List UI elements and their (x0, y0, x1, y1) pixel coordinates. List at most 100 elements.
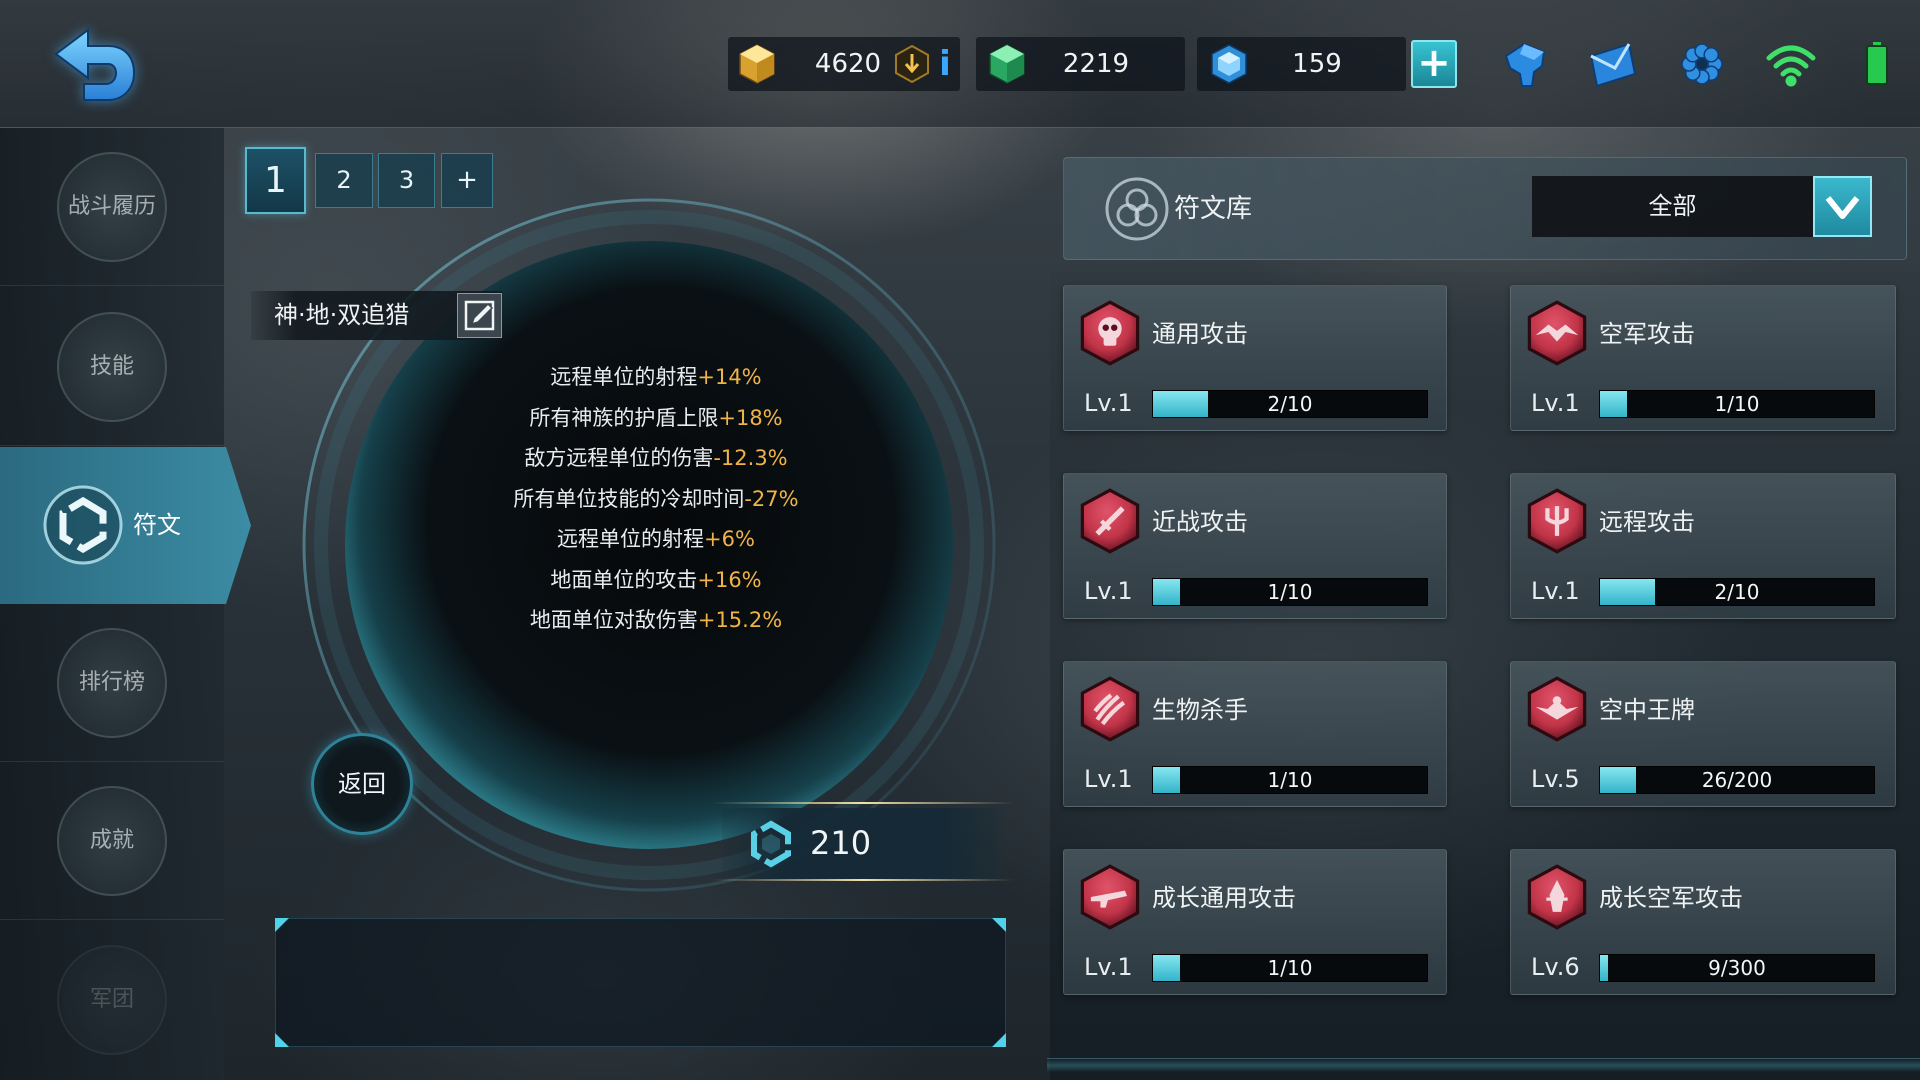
stat-value: -12.3% (713, 446, 788, 470)
rifle-icon (1076, 860, 1144, 934)
rune-card[interactable]: 成长空军攻击 Lv.6 9/300 (1510, 849, 1896, 995)
rune-progress-bar: 1/10 (1152, 954, 1428, 982)
stat-line: 远程单位的射程+6% (420, 519, 892, 560)
sidebar: 战斗履历 技能 排行榜 成就 军团 (0, 128, 224, 1080)
rune-name: 成长空军攻击 (1599, 884, 1743, 912)
rune-level: Lv.1 (1531, 577, 1580, 605)
rune-card[interactable]: 成长通用攻击 Lv.1 1/10 (1063, 849, 1447, 995)
sidebar-item-legion[interactable]: 军团 (0, 921, 224, 1079)
sidebar-item-leaderboard[interactable]: 排行榜 (0, 604, 224, 762)
rune-name: 空军攻击 (1599, 320, 1695, 348)
stat-value: +16% (697, 567, 762, 592)
rune-level: Lv.1 (1531, 389, 1580, 417)
settings-icon[interactable] (1674, 36, 1730, 92)
rune-count: 1/10 (1267, 768, 1313, 792)
rune-level: Lv.6 (1531, 953, 1580, 981)
stat-line: 地面单位对敌伤害+15.2% (420, 600, 892, 641)
rune-page-name-bar: 神·地·双追猎 (251, 291, 502, 340)
corner-marker (992, 1033, 1006, 1047)
rune-card[interactable]: 通用攻击 Lv.1 2/10 (1063, 285, 1447, 431)
spire-icon (1523, 860, 1591, 934)
back-arrow-icon[interactable] (50, 26, 142, 104)
rune-name: 生物杀手 (1152, 696, 1248, 724)
rune-library-title: 符文库 (1174, 194, 1253, 224)
rune-points: 210 (712, 802, 1014, 881)
wifi-icon (1763, 36, 1819, 92)
ace-wing-icon (1523, 672, 1591, 746)
rune-card[interactable]: 近战攻击 Lv.1 1/10 (1063, 473, 1447, 619)
sidebar-item-skills[interactable]: 技能 (0, 288, 224, 446)
edit-icon[interactable] (457, 293, 502, 338)
rune-name: 成长通用攻击 (1152, 884, 1296, 912)
return-button[interactable]: 返回 (311, 733, 413, 835)
stat-value: +18% (718, 405, 783, 430)
stat-line: 所有神族的护盾上限+18% (420, 398, 892, 439)
sword-icon (1076, 484, 1144, 558)
rune-library-icon (1104, 176, 1170, 242)
stat-text: 远程单位的射程 (557, 527, 705, 551)
sidebar-item-achievements[interactable]: 成就 (0, 762, 224, 920)
tab-page-3[interactable]: 3 (378, 153, 435, 208)
sidebar-item-runes[interactable]: 符文 (0, 447, 251, 604)
stat-text: 所有单位技能的冷却时间 (513, 486, 745, 511)
rune-page-stats: 远程单位的射程+14% 所有神族的护盾上限+18% 敌方远程单位的伤害-12.3… (420, 357, 892, 641)
rune-name: 通用攻击 (1152, 320, 1248, 348)
tab-page-2[interactable]: 2 (315, 153, 373, 208)
rune-level: Lv.1 (1084, 577, 1133, 605)
rune-library-header: 符文库 全部 (1063, 157, 1907, 260)
rune-count: 2/10 (1714, 580, 1760, 604)
battery-icon (1849, 36, 1905, 92)
stat-value: +15.2% (697, 608, 783, 632)
return-label: 返回 (338, 770, 386, 798)
stat-text: 地面单位对敌伤害 (529, 608, 698, 632)
rune-count: 9/300 (1708, 956, 1766, 980)
stat-value: +6% (704, 527, 755, 551)
rune-card[interactable]: 远程攻击 Lv.1 2/10 (1510, 473, 1896, 619)
filter-dropdown[interactable]: 全部 (1532, 176, 1813, 237)
rune-card[interactable]: 生物杀手 Lv.1 1/10 (1063, 661, 1447, 807)
crystal-currency: 159 (1197, 37, 1406, 91)
rune-points-value: 210 (810, 824, 872, 862)
sidebar-item-label: 成就 (89, 828, 134, 853)
rune-point-icon (748, 820, 794, 868)
rune-card[interactable]: 空中王牌 Lv.5 26/200 (1510, 661, 1896, 807)
mail-icon[interactable] (1585, 36, 1641, 92)
crystal-value: 159 (1292, 49, 1342, 79)
rune-level: Lv.1 (1084, 765, 1133, 793)
rune-name: 近战攻击 (1152, 508, 1248, 536)
sidebar-item-label: 战斗履历 (67, 194, 156, 219)
stat-text: 所有神族的护盾上限 (529, 405, 719, 430)
rune-progress-bar: 26/200 (1599, 766, 1875, 794)
sidebar-item-label: 军团 (89, 987, 134, 1012)
stat-line: 所有单位技能的冷却时间-27% (420, 479, 892, 520)
rune-count: 1/10 (1714, 392, 1760, 416)
decorative-glow-line (1047, 1058, 1920, 1072)
stat-line: 敌方远程单位的伤害-12.3% (420, 438, 892, 479)
gold-currency: 4620 i (728, 37, 960, 91)
stat-line: 地面单位的攻击+16% (420, 560, 892, 601)
divider (712, 879, 1014, 881)
add-currency-button[interactable]: + (1411, 40, 1457, 88)
divider (712, 802, 1014, 804)
tab-page-1[interactable]: 1 (245, 147, 306, 214)
download-badge-icon[interactable] (894, 44, 930, 84)
rune-level: Lv.1 (1084, 953, 1133, 981)
corner-marker (275, 918, 289, 932)
rune-icon (41, 483, 125, 567)
gold-value: 4620 (814, 49, 882, 79)
add-page-button[interactable]: + (441, 153, 493, 208)
rune-name: 远程攻击 (1599, 508, 1695, 536)
chevron-down-icon[interactable] (1813, 176, 1872, 237)
info-button[interactable]: i (935, 41, 955, 87)
helmet-icon[interactable] (1496, 36, 1552, 92)
sidebar-item-label: 排行榜 (78, 670, 145, 695)
stat-line: 远程单位的射程+14% (420, 357, 892, 398)
stat-value: +14% (697, 365, 762, 389)
wing-beast-icon (1523, 296, 1591, 370)
stat-text: 地面单位的攻击 (550, 567, 698, 592)
sidebar-item-battle-history[interactable]: 战斗履历 (0, 128, 224, 286)
rune-card[interactable]: 空军攻击 Lv.1 1/10 (1510, 285, 1896, 431)
rune-count: 2/10 (1267, 392, 1313, 416)
rune-progress-bar: 1/10 (1599, 390, 1875, 418)
gold-hexagon-icon (736, 43, 778, 85)
